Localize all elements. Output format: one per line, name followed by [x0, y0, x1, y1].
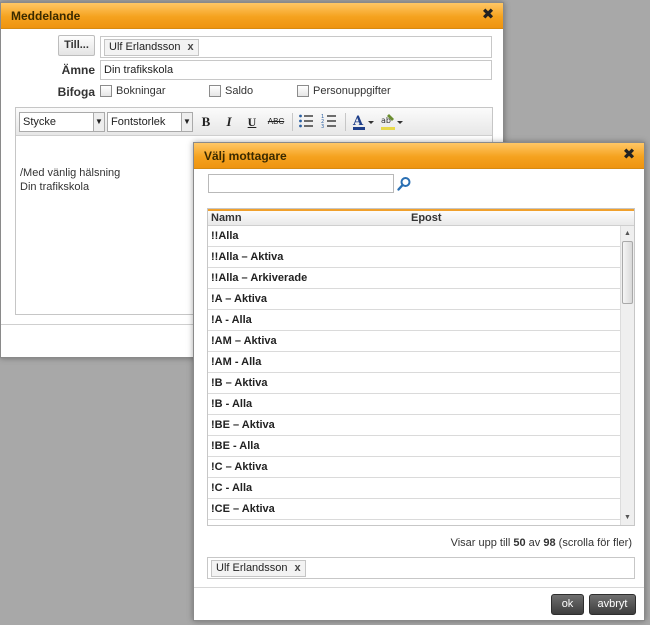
table-row[interactable]: !!Alla – Arkiverade: [208, 268, 621, 289]
table-row[interactable]: !C – Aktiva: [208, 457, 621, 478]
table-row[interactable]: !!Alla: [208, 226, 621, 247]
column-header-name[interactable]: Namn: [211, 212, 242, 224]
result-count-middle: av: [528, 537, 541, 549]
paragraph-style-select[interactable]: Stycke ▼: [19, 112, 105, 132]
recipient-table: Namn Epost !!Alla !!Alla – Aktiva !!Alla –…: [207, 208, 635, 526]
subject-label: Ämne: [61, 63, 95, 77]
result-count-suffix: (scrolla för fler): [558, 537, 632, 549]
scrollbar-thumb[interactable]: [622, 241, 633, 304]
result-count-prefix: Visar upp till: [450, 537, 511, 549]
table-row[interactable]: !A - Alla: [208, 310, 621, 331]
result-count-total: 98: [543, 537, 556, 549]
remove-recipient-icon[interactable]: x: [188, 41, 194, 53]
table-row[interactable]: !A – Aktiva: [208, 289, 621, 310]
font-size-value: Fontstorlek: [111, 116, 166, 128]
font-size-select[interactable]: Fontstorlek ▼: [107, 112, 193, 132]
paragraph-style-value: Stycke: [23, 116, 57, 128]
search-icon[interactable]: [396, 176, 412, 192]
text-color-icon[interactable]: A: [352, 113, 376, 131]
bold-icon[interactable]: B: [197, 113, 215, 131]
table-header: Namn Epost: [208, 209, 634, 226]
vertical-scrollbar[interactable]: ▲ ▼: [620, 226, 634, 525]
result-count-shown: 50: [513, 537, 526, 549]
signature-line: /Med vänlig hälsning: [20, 167, 121, 179]
strikethrough-icon[interactable]: ABC: [265, 113, 287, 131]
recipient-dialog-divider: [194, 587, 644, 588]
cancel-button[interactable]: avbryt: [589, 594, 636, 615]
recipient-dialog: Välj mottagare ✖ Namn Epost !!Alla !!Alla…: [193, 142, 645, 621]
table-row[interactable]: !AM – Aktiva: [208, 331, 621, 352]
attach-balance-checkbox[interactable]: Saldo: [209, 85, 253, 97]
checkbox-label: Saldo: [225, 85, 254, 97]
message-dialog-titlebar[interactable]: Meddelande ✖: [1, 3, 503, 29]
checkbox-box[interactable]: [100, 85, 112, 97]
recipient-dialog-title: Välj mottagare: [204, 149, 287, 163]
checkbox-box[interactable]: [297, 85, 309, 97]
to-button[interactable]: Till...: [58, 35, 95, 56]
selected-recipient-label: Ulf Erlandsson: [216, 562, 288, 574]
checkbox-label: Personuppgifter: [313, 85, 391, 97]
highlight-color-icon[interactable]: ab: [381, 113, 405, 131]
svg-text:3: 3: [321, 124, 324, 129]
chevron-down-icon: ▼: [93, 113, 104, 131]
checkbox-box[interactable]: [209, 85, 221, 97]
result-count-text: Visar upp till 50 av 98 (scrolla för fle…: [451, 537, 632, 549]
recipient-chip: Ulf Erlandsson x: [104, 38, 199, 56]
message-dialog-title: Meddelande: [11, 9, 81, 23]
remove-recipient-icon[interactable]: x: [295, 562, 301, 574]
numbered-list-icon[interactable]: 123: [320, 113, 338, 131]
toolbar-divider: [292, 113, 293, 131]
recipient-chip-label: Ulf Erlandsson: [109, 40, 181, 53]
attach-label: Bifoga: [57, 85, 95, 99]
scroll-down-icon[interactable]: ▼: [621, 512, 634, 524]
signature-line: Din trafikskola: [20, 181, 90, 193]
selected-recipient-chip: Ulf Erlandsson x: [211, 560, 306, 577]
italic-icon[interactable]: I: [220, 113, 238, 131]
search-input[interactable]: [208, 174, 394, 193]
attach-bookings-checkbox[interactable]: Bokningar: [100, 85, 166, 97]
attach-personal-info-checkbox[interactable]: Personuppgifter: [297, 85, 391, 97]
toolbar-divider: [345, 113, 346, 131]
table-row[interactable]: !B - Alla: [208, 394, 621, 415]
underline-icon[interactable]: U: [243, 113, 261, 131]
scroll-up-icon[interactable]: ▲: [621, 228, 634, 240]
selected-recipients-field[interactable]: Ulf Erlandsson x: [207, 557, 635, 579]
bulleted-list-icon[interactable]: [297, 113, 315, 131]
table-body: !!Alla !!Alla – Aktiva !!Alla – Arkiverade…: [208, 226, 621, 520]
recipient-dialog-titlebar[interactable]: Välj mottagare ✖: [194, 143, 644, 169]
table-row[interactable]: !B – Aktiva: [208, 373, 621, 394]
table-row[interactable]: !C - Alla: [208, 478, 621, 499]
editor-content[interactable]: /Med vänlig hälsning Din trafikskola: [20, 166, 120, 194]
to-field[interactable]: Ulf Erlandsson x: [100, 36, 492, 58]
ok-button[interactable]: ok: [551, 594, 584, 615]
close-icon[interactable]: ✖: [480, 6, 496, 24]
table-row[interactable]: !BE – Aktiva: [208, 415, 621, 436]
checkbox-label: Bokningar: [116, 85, 166, 97]
table-row[interactable]: !!Alla – Aktiva: [208, 247, 621, 268]
table-row[interactable]: !AM - Alla: [208, 352, 621, 373]
editor-toolbar: Stycke ▼ Fontstorlek ▼ B I U ABC 123 A a…: [16, 108, 492, 136]
chevron-down-icon: ▼: [181, 113, 192, 131]
close-icon[interactable]: ✖: [621, 146, 637, 164]
subject-input[interactable]: Din trafikskola: [100, 60, 492, 80]
table-row[interactable]: !CE – Aktiva: [208, 499, 621, 520]
table-row[interactable]: !BE - Alla: [208, 436, 621, 457]
column-header-email[interactable]: Epost: [411, 212, 442, 224]
svg-text:A: A: [352, 114, 364, 129]
